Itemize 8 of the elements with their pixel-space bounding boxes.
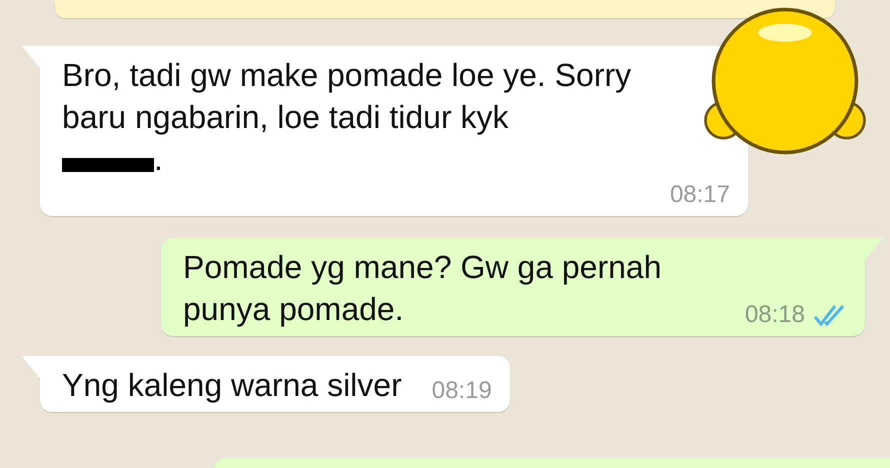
message-text: . <box>154 141 163 177</box>
message-text: Yng kaleng warna silver <box>62 367 402 403</box>
message-time: 08:19 <box>432 376 492 406</box>
sticker-icon <box>702 6 868 156</box>
message-time: 08:17 <box>670 180 730 210</box>
message-text: Pomade yg mane? Gw ga pernah punya pomade. <box>183 249 662 327</box>
message-text: Bro, tadi gw make pomade loe ye. Sorry baru ngabarin, loe tadi tidur kyk <box>62 57 632 135</box>
message-time: 08:18 <box>744 300 805 330</box>
